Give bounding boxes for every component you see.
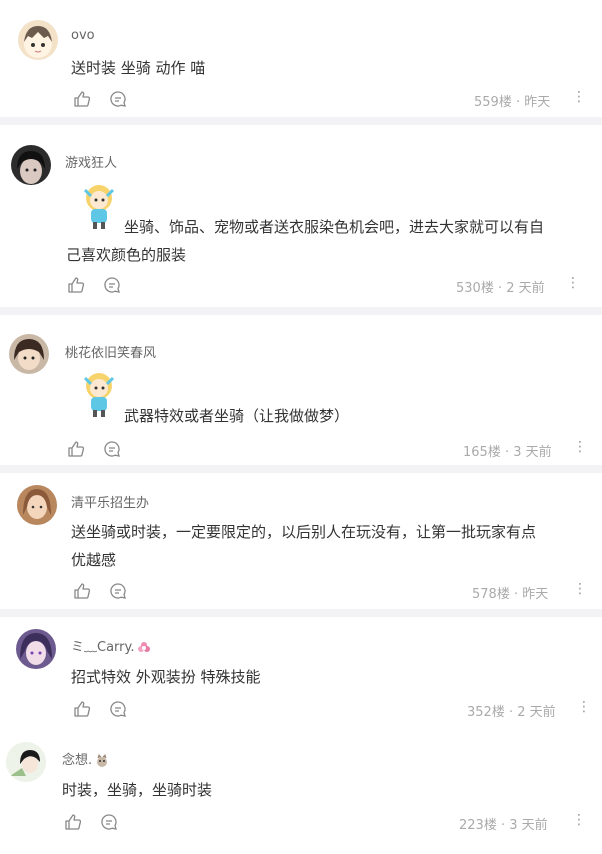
time-ago: 2 天前 [506, 281, 545, 296]
reply-icon[interactable] [103, 440, 121, 458]
floor-number: 559楼 [474, 95, 512, 110]
comment-text: 武器特效或者坐骑（让我做做梦） [124, 407, 350, 425]
comment-text: 招式特效 外观装扮 特殊技能 [71, 668, 261, 686]
reply-icon[interactable] [109, 90, 127, 108]
reply-icon[interactable] [103, 276, 121, 294]
anime-sticker [83, 373, 115, 417]
time-ago: 昨天 [524, 95, 551, 110]
comment-card: ミ﹏Carry. 招式特效 外观装扮 特殊技能 352楼 · 2 天前 ⋮ [0, 617, 602, 732]
reply-icon[interactable] [109, 582, 127, 600]
avatar[interactable] [9, 334, 49, 374]
comment-text: 坐骑、饰品、宠物或者送衣服染色机会吧，进去大家就可以有自 [124, 218, 545, 236]
divider [0, 465, 602, 473]
comment-card: 清平乐招生办 送坐骑或时装，一定要限定的，以后别人在玩没有，让第一批玩家有点 优… [0, 473, 602, 609]
like-icon[interactable] [67, 276, 85, 294]
username[interactable]: ovo [71, 28, 95, 43]
comment-text: 己喜欢颜色的服装 [66, 246, 187, 264]
avatar[interactable] [6, 742, 46, 782]
comment-meta: 559楼 · 昨天 [474, 91, 550, 110]
meta-separator: · [493, 281, 507, 296]
reply-icon[interactable] [100, 813, 118, 831]
comment-meta: 352楼 · 2 天前 [467, 701, 556, 720]
divider [0, 307, 602, 315]
like-icon[interactable] [73, 582, 91, 600]
more-options-icon[interactable]: ⋮ [566, 275, 580, 291]
username[interactable]: 清平乐招生办 [71, 492, 149, 511]
avatar[interactable] [11, 145, 51, 185]
comment-card: ovo 送时装 坐骑 动作 喵 559楼 · 昨天 ⋮ [0, 0, 600, 117]
divider [0, 117, 602, 125]
comment-meta: 223楼 · 3 天前 [459, 814, 548, 833]
more-options-icon[interactable]: ⋮ [573, 439, 587, 455]
like-icon[interactable] [64, 813, 82, 831]
floor-number: 530楼 [456, 281, 494, 296]
comment-meta: 578楼 · 昨天 [472, 583, 548, 602]
comment-meta: 530楼 · 2 天前 [456, 277, 545, 296]
avatar[interactable] [18, 20, 58, 60]
comment-text: 优越感 [71, 551, 117, 569]
comment-meta: 165楼 · 3 天前 [463, 441, 552, 460]
floor-number: 165楼 [463, 445, 501, 460]
more-options-icon[interactable]: ⋮ [577, 699, 591, 715]
floor-number: 352楼 [467, 705, 505, 720]
username[interactable]: 桃花依旧笑春风 [65, 342, 156, 361]
more-options-icon[interactable]: ⋮ [572, 89, 586, 105]
meta-separator: · [504, 705, 518, 720]
like-icon[interactable] [73, 700, 91, 718]
meta-separator: · [500, 445, 514, 460]
username[interactable]: 游戏狂人 [65, 152, 117, 171]
comment-feed: ovo 送时装 坐骑 动作 喵 559楼 · 昨天 ⋮ 游戏狂人 坐骑、饰品、宠… [0, 0, 602, 854]
username-text: 念想. [62, 753, 93, 768]
avatar[interactable] [16, 629, 56, 669]
more-options-icon[interactable]: ⋮ [572, 812, 586, 828]
like-icon[interactable] [73, 90, 91, 108]
meta-separator: · [496, 818, 510, 833]
comment-card: 念想. 时装，坐骑，坐骑时装 223楼 · 3 天前 ⋮ [0, 732, 602, 854]
time-ago: 3 天前 [509, 818, 548, 833]
comment-text: 送坐骑或时装，一定要限定的，以后别人在玩没有，让第一批玩家有点 [71, 523, 537, 541]
floor-number: 223楼 [459, 818, 497, 833]
reply-icon[interactable] [109, 700, 127, 718]
comment-text: 送时装 坐骑 动作 喵 [71, 59, 206, 77]
divider [0, 609, 602, 617]
username[interactable]: 念想. [62, 749, 109, 768]
floor-number: 578楼 [472, 587, 510, 602]
time-ago: 昨天 [522, 587, 549, 602]
time-ago: 3 天前 [513, 445, 552, 460]
username-text: ミ﹏Carry. [71, 640, 135, 655]
meta-separator: · [509, 587, 523, 602]
more-options-icon[interactable]: ⋮ [573, 581, 587, 597]
anime-sticker [83, 185, 115, 229]
username[interactable]: ミ﹏Carry. [71, 636, 151, 655]
like-icon[interactable] [67, 440, 85, 458]
meta-separator: · [511, 95, 525, 110]
comment-text: 时装，坐骑，坐骑时装 [62, 781, 213, 799]
time-ago: 2 天前 [517, 705, 556, 720]
comment-card: 桃花依旧笑春风 武器特效或者坐骑（让我做做梦） 165楼 · 3 天前 ⋮ [0, 315, 602, 465]
flower-badge-icon [138, 641, 151, 652]
comment-card: 游戏狂人 坐骑、饰品、宠物或者送衣服染色机会吧，进去大家就可以有自 己喜欢颜色的… [0, 125, 602, 307]
avatar[interactable] [17, 485, 57, 525]
pet-badge-icon [97, 753, 108, 767]
